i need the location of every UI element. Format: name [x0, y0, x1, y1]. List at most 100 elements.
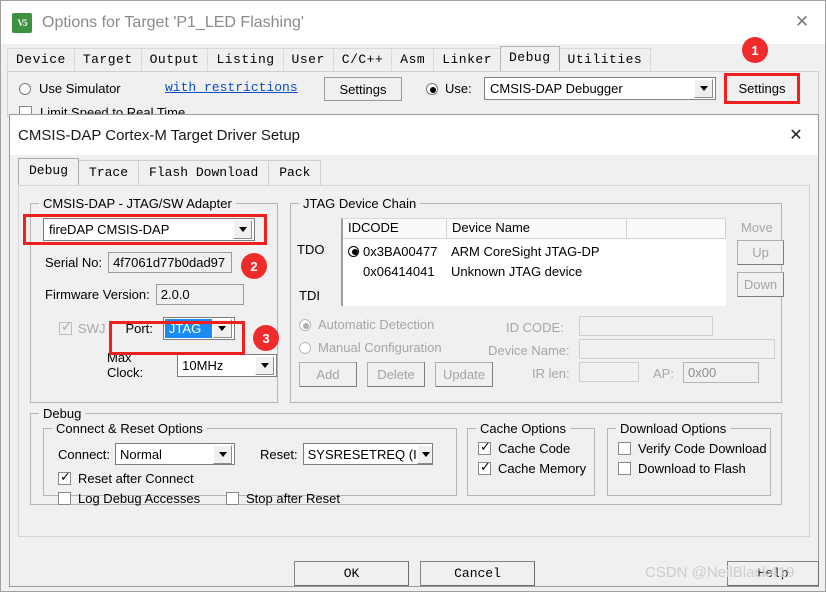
debug-group: Debug Connect & Reset Options Connect: N…: [30, 406, 782, 506]
row-device-name: ARM CoreSight JTAG-DP: [451, 243, 600, 259]
max-clock-row: Max Clock: 10MHz: [107, 350, 277, 380]
stop-after-reset-checkbox[interactable]: [226, 492, 239, 505]
inner-titlebar: CMSIS-DAP Cortex-M Target Driver Setup ✕: [10, 115, 818, 155]
move-up-button[interactable]: Up: [737, 240, 784, 265]
tdo-label: TDO: [297, 242, 325, 257]
automatic-detection-option[interactable]: Automatic Detection: [299, 317, 434, 332]
ir-len-input[interactable]: [579, 362, 639, 382]
debugger-select[interactable]: CMSIS-DAP Debugger: [484, 77, 716, 100]
tab-c-cpp[interactable]: C/C++: [332, 48, 393, 71]
cmsis-dap-driver-setup-dialog: CMSIS-DAP Cortex-M Target Driver Setup ✕…: [9, 114, 819, 587]
ap-input[interactable]: 0x00: [683, 362, 759, 383]
cache-memory-option[interactable]: Cache Memory: [478, 460, 587, 476]
manual-configuration-option[interactable]: Manual Configuration: [299, 340, 442, 355]
max-clock-select[interactable]: 10MHz: [177, 353, 277, 377]
reset-select[interactable]: SYSRESETREQ (I: [302, 443, 433, 465]
column-extra: [627, 219, 726, 239]
update-button[interactable]: Update: [435, 362, 493, 387]
verify-code-download-option[interactable]: Verify Code Download: [618, 441, 767, 456]
tab-linker[interactable]: Linker: [433, 48, 501, 71]
chevron-down-icon[interactable]: [233, 220, 252, 239]
jtag-device-chain-group: JTAG Device Chain TDO TDI IDCODE Device …: [290, 196, 784, 403]
tab-trace[interactable]: Trace: [78, 160, 140, 185]
adapter-select[interactable]: fireDAP CMSIS-DAP: [43, 218, 255, 241]
tab-pack[interactable]: Pack: [268, 160, 322, 185]
reset-after-connect-option[interactable]: Reset after Connect: [58, 470, 194, 486]
reset-select-value: SYSRESETREQ (I: [307, 446, 417, 462]
use-simulator-radio[interactable]: [19, 82, 31, 95]
tab-device[interactable]: Device: [7, 48, 75, 71]
tab-flash-download[interactable]: Flash Download: [138, 160, 270, 185]
port-label: Port:: [125, 321, 153, 336]
delete-button[interactable]: Delete: [367, 362, 425, 387]
table-row[interactable]: 0x3BA00477 ARM CoreSight JTAG-DP: [343, 241, 726, 261]
cancel-button[interactable]: Cancel: [420, 561, 535, 586]
move-down-button[interactable]: Down: [737, 272, 784, 297]
outer-tab-strip[interactable]: Device Target Output Listing User C/C++ …: [7, 46, 652, 71]
ok-button[interactable]: OK: [294, 561, 409, 586]
table-row[interactable]: 0x06414041 Unknown JTAG device: [343, 261, 726, 281]
chevron-down-icon[interactable]: [694, 79, 713, 98]
use-debugger-option[interactable]: Use:: [426, 81, 472, 96]
manual-configuration-radio[interactable]: [299, 341, 311, 354]
connect-select[interactable]: Normal: [115, 443, 236, 465]
selected-radio-icon[interactable]: [348, 245, 359, 257]
tab-asm[interactable]: Asm: [391, 48, 435, 71]
automatic-detection-radio[interactable]: [299, 318, 311, 331]
port-select-value: JTAG: [164, 319, 212, 338]
chevron-down-icon[interactable]: [213, 444, 233, 464]
chain-group-title: JTAG Device Chain: [299, 196, 421, 211]
debugger-settings-button[interactable]: Settings: [725, 75, 799, 102]
id-code-input[interactable]: [579, 316, 713, 336]
cache-code-option[interactable]: Cache Code: [478, 440, 570, 456]
cache-memory-label: Cache Memory: [498, 461, 587, 476]
verify-code-download-checkbox[interactable]: [618, 442, 631, 455]
tab-debug[interactable]: Debug: [500, 46, 560, 71]
close-icon[interactable]: ✕: [774, 115, 818, 154]
swj-checkbox[interactable]: [59, 320, 72, 335]
tdi-label: TDI: [299, 288, 320, 303]
log-debug-accesses-checkbox[interactable]: [58, 492, 71, 505]
debug-group-title: Debug: [39, 406, 86, 421]
firmware-version-label: Firmware Version:: [45, 287, 150, 302]
connect-reset-options-group: Connect & Reset Options Connect: Normal …: [43, 421, 457, 506]
cache-group-title: Cache Options: [476, 421, 570, 436]
serial-number-label: Serial No:: [45, 255, 103, 270]
row-idcode: 0x3BA00477: [363, 243, 438, 259]
close-icon[interactable]: ✕: [779, 1, 825, 43]
annotation-badge-2: 2: [241, 253, 267, 279]
device-name-input[interactable]: [579, 339, 775, 359]
stop-after-reset-option[interactable]: Stop after Reset: [226, 491, 340, 506]
use-simulator-option[interactable]: Use Simulator: [19, 81, 121, 96]
cmsis-dap-adapter-group: CMSIS-DAP - JTAG/SW Adapter fireDAP CMSI…: [30, 196, 278, 403]
use-debugger-radio[interactable]: [426, 82, 438, 95]
tab-debug[interactable]: Debug: [18, 158, 80, 185]
debugger-select-value: CMSIS-DAP Debugger: [490, 81, 623, 96]
log-debug-accesses-label: Log Debug Accesses: [78, 491, 201, 506]
chevron-down-icon[interactable]: [255, 355, 274, 375]
reset-after-connect-checkbox[interactable]: [58, 470, 71, 485]
with-restrictions-link[interactable]: with restrictions: [165, 80, 298, 95]
jtag-device-table[interactable]: IDCODE Device Name 0x3BA00477 ARM CoreSi…: [341, 218, 726, 306]
chevron-down-icon[interactable]: [212, 319, 232, 338]
firmware-version-value: 2.0.0: [155, 284, 244, 305]
row-idcode-cell: 0x3BA00477: [343, 244, 451, 259]
tab-output[interactable]: Output: [140, 48, 209, 71]
inner-tab-strip[interactable]: Debug Trace Flash Download Pack: [18, 158, 322, 185]
reset-label: Reset:: [260, 446, 298, 462]
port-select[interactable]: JTAG: [162, 317, 235, 340]
tab-target[interactable]: Target: [73, 48, 142, 71]
cache-memory-checkbox[interactable]: [478, 460, 491, 475]
simulator-settings-button[interactable]: Settings: [324, 77, 402, 101]
tab-listing[interactable]: Listing: [207, 48, 284, 71]
download-to-flash-option[interactable]: Download to Flash: [618, 461, 746, 476]
add-button[interactable]: Add: [299, 362, 357, 387]
verify-code-download-label: Verify Code Download: [638, 441, 767, 456]
chevron-down-icon[interactable]: [416, 444, 432, 464]
tab-utilities[interactable]: Utilities: [558, 48, 652, 71]
tab-user[interactable]: User: [282, 48, 334, 71]
download-to-flash-checkbox[interactable]: [618, 462, 631, 475]
reset-after-connect-label: Reset after Connect: [78, 471, 194, 486]
cache-code-checkbox[interactable]: [478, 440, 491, 455]
log-debug-accesses-option[interactable]: Log Debug Accesses: [58, 491, 200, 506]
